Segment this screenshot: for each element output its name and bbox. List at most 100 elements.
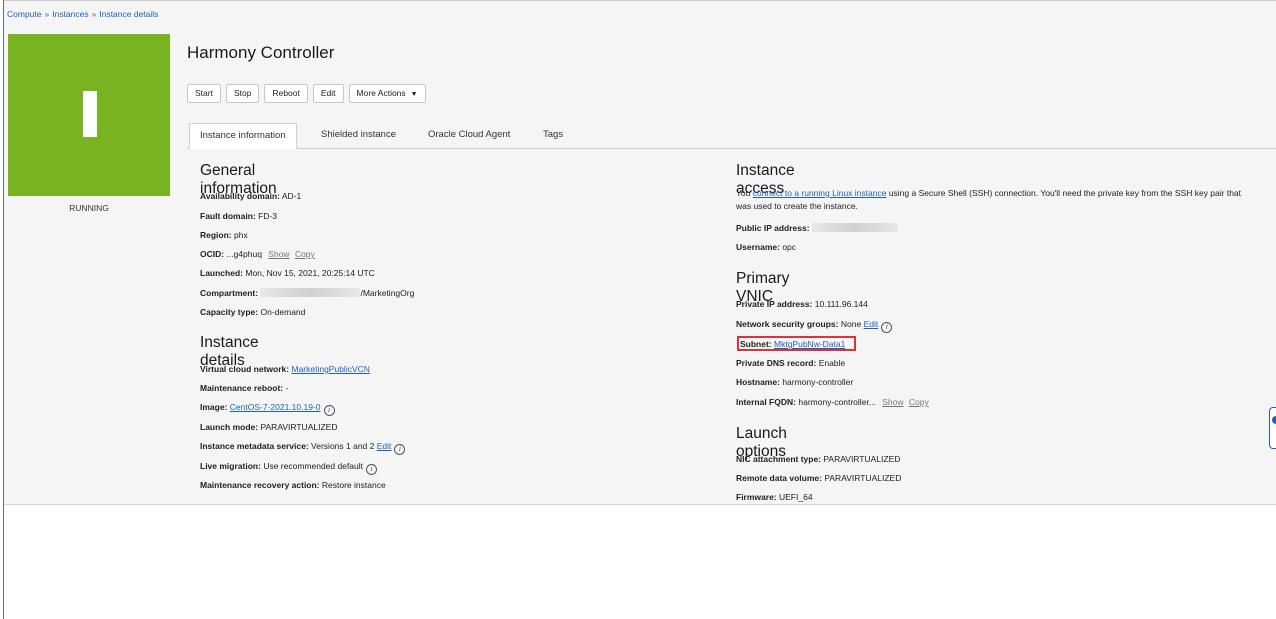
region-row: Region: phx [200, 230, 248, 240]
feedback-widget[interactable] [1269, 407, 1276, 449]
launch-mode-row: Launch mode: PARAVIRTUALIZED [200, 422, 337, 432]
username-value: opc [782, 242, 797, 252]
launched-row: Launched: Mon, Nov 15, 2021, 20:25:14 UT… [200, 268, 375, 278]
launched-label: Launched: [200, 268, 243, 278]
image-link[interactable]: CentOS-7-2021.10.19-0 [230, 402, 321, 412]
fqdn-show-link[interactable]: Show [882, 397, 903, 407]
compartment-value: /MarketingOrg [360, 288, 415, 298]
fault-domain-row: Fault domain: FD-3 [200, 211, 277, 221]
region-label: Region: [200, 230, 232, 240]
capacity-type-label: Capacity type: [200, 307, 259, 317]
metadata-edit-link[interactable]: Edit [377, 441, 392, 451]
firmware-row: Firmware: UEFI_64 [736, 492, 813, 502]
fqdn-row: Internal FQDN: harmony-controller... Sho… [736, 397, 929, 407]
nic-attachment-row: NIC attachment type: PARAVIRTUALIZED [736, 454, 900, 464]
action-toolbar: Start Stop Reboot Edit More Actions ▼ [187, 84, 426, 103]
access-desc-suffix: using a Secure Shell (SSH) connection. Y… [886, 188, 1242, 198]
private-ip-label: Private IP address: [736, 299, 813, 309]
info-icon[interactable]: i [881, 322, 893, 333]
edit-button[interactable]: Edit [312, 84, 344, 103]
availability-domain-label: Availability domain: [200, 191, 280, 201]
tab-instance-information[interactable]: Instance information [189, 123, 297, 149]
launch-mode-value: PARAVIRTUALIZED [260, 422, 338, 432]
private-ip-value: 10.111.96.144 [814, 299, 868, 309]
ocid-copy-link[interactable]: Copy [295, 249, 315, 259]
hostname-value: harmony-controller [782, 377, 854, 387]
instance-state-badge [8, 34, 170, 196]
region-value: phx [234, 230, 248, 240]
help-icon [1272, 416, 1276, 424]
ocid-show-link[interactable]: Show [268, 249, 289, 259]
maintenance-reboot-value: - [285, 383, 289, 393]
image-row: Image: CentOS-7-2021.10.19-0 i [200, 402, 335, 416]
availability-domain-value: AD-1 [281, 191, 302, 201]
subnet-highlight-box [737, 336, 856, 351]
image-label: Image: [200, 402, 228, 412]
tab-oracle-cloud-agent[interactable]: Oracle Cloud Agent [428, 123, 510, 148]
instance-letter-glyph [83, 91, 97, 137]
nsg-label: Network security groups: [736, 319, 839, 329]
caret-down-icon: ▼ [410, 91, 418, 98]
fqdn-copy-link[interactable]: Copy [909, 397, 929, 407]
tab-shielded-instance[interactable]: Shielded instance [321, 123, 396, 148]
breadcrumb-instances[interactable]: Instances [52, 9, 88, 19]
info-icon[interactable]: i [323, 405, 335, 416]
username-row: Username: opc [736, 242, 796, 252]
username-label: Username: [736, 242, 780, 252]
stop-button[interactable]: Stop [225, 84, 260, 103]
hostname-row: Hostname: harmony-controller [736, 377, 853, 387]
remote-data-volume-value: PARAVIRTUALIZED [824, 473, 902, 483]
live-migration-row: Live migration: Use recommended default i [200, 461, 378, 475]
fault-domain-label: Fault domain: [200, 211, 256, 221]
nic-attachment-label: NIC attachment type: [736, 454, 822, 464]
launched-value: Mon, Nov 15, 2021, 20:25:14 UTC [245, 268, 375, 278]
public-ip-row: Public IP address: [736, 223, 898, 233]
firmware-value: UEFI_64 [779, 492, 813, 502]
info-icon[interactable]: i [394, 444, 406, 455]
private-ip-row: Private IP address: 10.111.96.144 [736, 299, 868, 309]
start-button[interactable]: Start [187, 84, 221, 103]
vcn-row: Virtual cloud network: MarketingPublicVC… [200, 364, 370, 374]
private-dns-label: Private DNS record: [736, 358, 817, 368]
private-dns-row: Private DNS record: Enable [736, 358, 845, 368]
more-actions-label: More Actions [356, 88, 406, 98]
capacity-type-value: On-demand [260, 307, 306, 317]
fqdn-value: harmony-controller... [798, 397, 876, 407]
nsg-value: None [840, 319, 862, 329]
reboot-button[interactable]: Reboot [264, 84, 308, 103]
capacity-type-row: Capacity type: On-demand [200, 307, 305, 317]
maintenance-reboot-row: Maintenance reboot: - [200, 383, 288, 393]
vcn-label: Virtual cloud network: [200, 364, 290, 374]
page-content: Compute» Instances» Instance details RUNNI… [4, 0, 1276, 505]
breadcrumb-separator: » [91, 9, 97, 19]
remote-data-volume-label: Remote data volume: [736, 473, 822, 483]
fault-domain-value: FD-3 [258, 211, 277, 221]
tab-bar: Instance information Shielded instance O… [187, 123, 1276, 149]
nsg-edit-link[interactable]: Edit [864, 319, 879, 329]
remote-data-volume-row: Remote data volume: PARAVIRTUALIZED [736, 473, 901, 483]
vcn-link[interactable]: MarketingPublicVCN [291, 364, 369, 374]
public-ip-label: Public IP address: [736, 223, 810, 233]
nsg-row: Network security groups: None Edit i [736, 319, 893, 333]
breadcrumb-compute[interactable]: Compute [7, 9, 42, 19]
compartment-row: Compartment: /MarketingOrg [200, 288, 414, 298]
launch-mode-label: Launch mode: [200, 422, 259, 432]
more-actions-button[interactable]: More Actions ▼ [348, 84, 426, 103]
page-title: Harmony Controller [187, 43, 335, 62]
live-migration-label: Live migration: [200, 461, 261, 471]
nic-attachment-value: PARAVIRTUALIZED [823, 454, 901, 464]
info-icon[interactable]: i [366, 464, 378, 475]
metadata-service-row: Instance metadata service: Versions 1 an… [200, 441, 406, 455]
recovery-action-row: Maintenance recovery action: Restore ins… [200, 480, 386, 490]
browser-frame: Compute» Instances» Instance details RUNNI… [3, 0, 1276, 619]
ocid-label: OCID: [200, 249, 225, 259]
recovery-action-value: Restore instance [321, 480, 386, 490]
connect-instance-link[interactable]: connect to a running Linux instance [753, 188, 887, 198]
tab-tags[interactable]: Tags [543, 123, 563, 148]
recovery-action-label: Maintenance recovery action: [200, 480, 320, 490]
redacted-block [811, 223, 898, 232]
ocid-value: ...g4phuq [226, 249, 262, 259]
metadata-service-label: Instance metadata service: [200, 441, 309, 451]
metadata-service-value: Versions 1 and 2 [311, 441, 375, 451]
fqdn-label: Internal FQDN: [736, 397, 796, 407]
